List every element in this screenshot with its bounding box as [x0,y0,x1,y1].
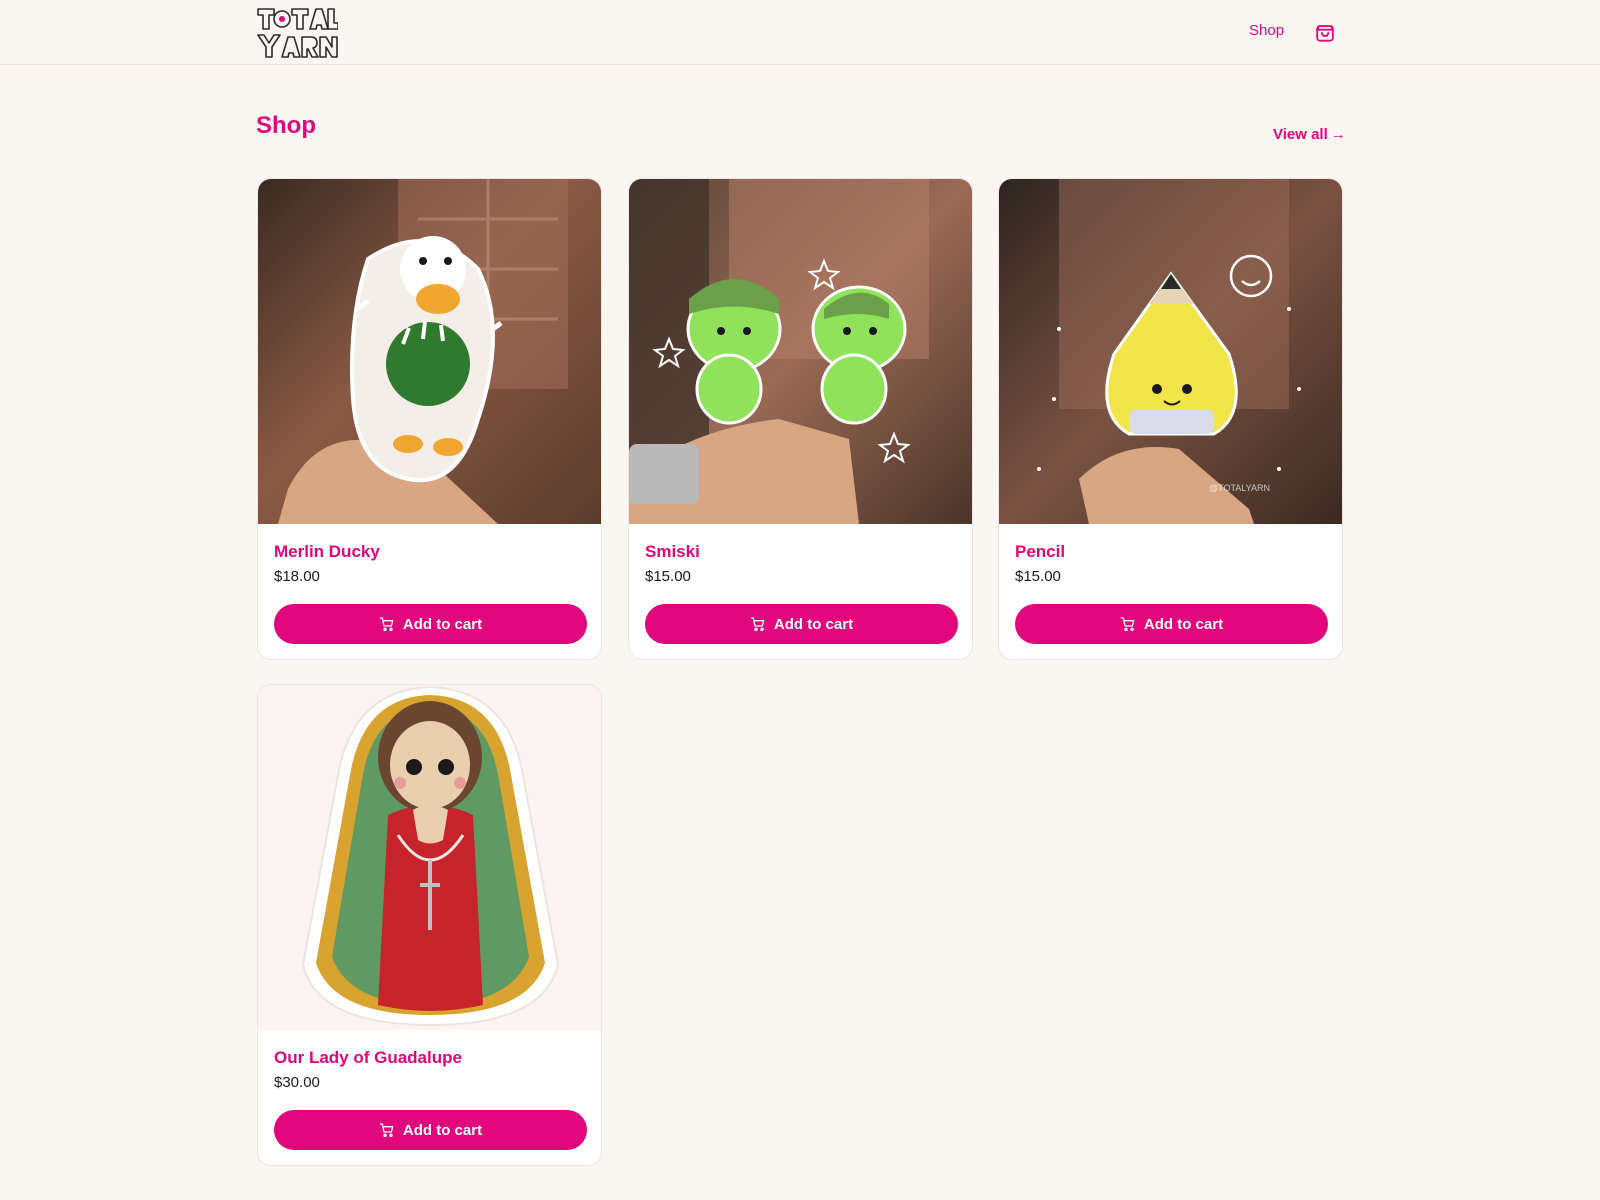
add-to-cart-button[interactable]: Add to cart [274,1110,587,1150]
shopping-bag-icon[interactable] [1314,21,1336,43]
product-card[interactable]: Smiski $15.00 Add to cart [628,178,973,660]
add-to-cart-button[interactable]: Add to cart [274,604,587,644]
product-name[interactable]: Pencil [1015,542,1065,562]
product-card[interactable]: Merlin Ducky $18.00 Add to cart [257,178,602,660]
crochet-smiski-photo[interactable] [629,179,973,524]
arrow-right-icon: → [1330,126,1346,143]
svg-text:@TOTALYARN: @TOTALYARN [1209,483,1270,493]
total-yarn-logo[interactable] [256,5,338,59]
crochet-guadalupe-photo[interactable] [258,685,602,1030]
crochet-pencil-photo[interactable]: @TOTALYARN [999,179,1343,524]
product-card[interactable]: @TOTALYARN Pencil $15.00 Add to cart [998,178,1343,660]
add-to-cart-button[interactable]: Add to cart [1015,604,1328,644]
product-price: $18.00 [274,568,320,585]
product-price: $30.00 [274,1074,320,1091]
cart-icon [379,1123,394,1137]
product-price: $15.00 [645,568,691,585]
product-card[interactable]: Our Lady of Guadalupe $30.00 Add to cart [257,684,602,1166]
crochet-duck-photo[interactable] [258,179,602,524]
product-name[interactable]: Smiski [645,542,700,562]
view-all-link[interactable]: View all → [1273,126,1346,143]
add-to-cart-label: Add to cart [773,615,854,633]
site-header: Shop [0,0,1600,65]
cart-icon [379,617,394,631]
cart-icon [750,617,765,631]
cart-icon [1120,617,1135,631]
nav-shop-link[interactable]: Shop [1249,22,1284,39]
product-price: $15.00 [1015,568,1061,585]
add-to-cart-label: Add to cart [402,1121,483,1139]
add-to-cart-label: Add to cart [1143,615,1224,633]
add-to-cart-label: Add to cart [402,615,483,633]
page-title: Shop [256,112,316,139]
add-to-cart-button[interactable]: Add to cart [645,604,958,644]
view-all-label: View all [1273,126,1328,143]
product-name[interactable]: Merlin Ducky [274,542,380,562]
product-name[interactable]: Our Lady of Guadalupe [274,1048,462,1068]
